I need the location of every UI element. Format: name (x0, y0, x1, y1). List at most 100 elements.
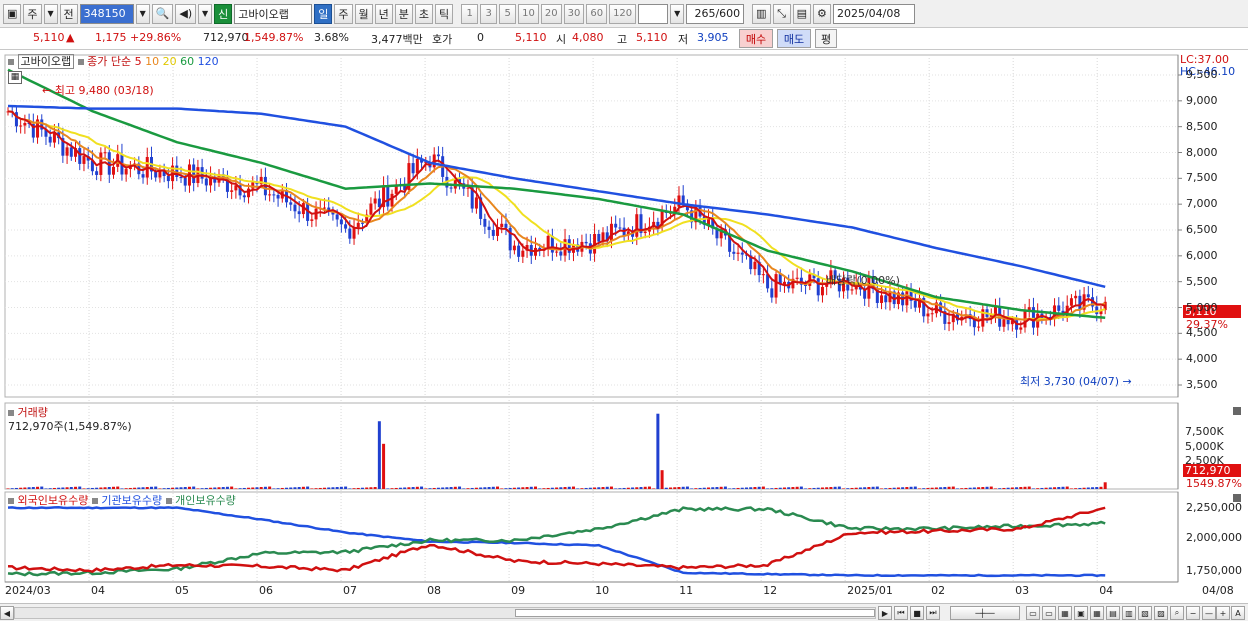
interval-number-120[interactable]: 120 (609, 3, 637, 24)
volume-bar (162, 488, 166, 489)
chart-area[interactable]: 고바이오랩 종가 단순 5 10 20 60 120 ▦ LC:37.00 HC… (0, 51, 1248, 606)
date-input[interactable]: 2025/04/08 (832, 3, 915, 24)
candle-body (192, 164, 196, 184)
interval-number-20[interactable]: 20 (540, 3, 562, 24)
candle-body (947, 322, 951, 324)
candle-type-icon[interactable]: ▥ (752, 3, 771, 24)
volume-bar (529, 486, 533, 489)
legend-foreign[interactable]: 외국인보유수량 (18, 494, 89, 507)
volume-bar (512, 487, 516, 489)
tab-interval-year[interactable]: 년 (374, 3, 393, 24)
volume-bar (681, 486, 685, 489)
volume-bar (403, 487, 407, 489)
count-field[interactable]: 265 /600 (686, 3, 745, 24)
grid-toggle-icon[interactable]: ▦ (8, 71, 22, 84)
layout-icon-6[interactable]: ▤ (1106, 606, 1120, 620)
sound-icon[interactable]: ◀) (175, 3, 197, 24)
font-size-icon[interactable]: A (1231, 606, 1245, 620)
volume-bar (892, 487, 896, 489)
price-change-pct: +29.86% (130, 31, 182, 44)
volume-bar (1099, 486, 1103, 489)
stock-code-input[interactable]: 348150 (79, 3, 134, 24)
layout-icon-7[interactable]: ▥ (1122, 606, 1136, 620)
volume-bar (977, 487, 981, 489)
layout-icon-2[interactable]: ▭ (1042, 606, 1056, 620)
volume-bar (335, 487, 339, 489)
volume-bar (10, 488, 14, 489)
prev-button[interactable]: 전 (59, 3, 78, 24)
save-icon[interactable]: ▤ (792, 3, 811, 24)
buy-button[interactable]: 매수 (739, 29, 773, 48)
scroll-right-icon[interactable]: ▶ (878, 606, 892, 620)
ma-120: 120 (197, 55, 219, 68)
volume-bar (664, 487, 668, 489)
tab-interval-tick[interactable]: 틱 (435, 3, 454, 24)
custom-interval-input[interactable] (638, 3, 669, 24)
layout-icon-5[interactable]: ▦ (1090, 606, 1104, 620)
stock-code-dropdown[interactable]: ▼ (135, 3, 150, 24)
layout-icon-4[interactable]: ▣ (1074, 606, 1088, 620)
interval-number-5[interactable]: 5 (499, 3, 517, 24)
ma-label[interactable]: 종가 단순 (87, 55, 131, 68)
period-type-select[interactable]: 주 (23, 3, 42, 24)
volume-bar (850, 487, 854, 489)
gear-icon[interactable]: ⚙ (812, 3, 831, 24)
sell-button[interactable]: 매도 (777, 29, 811, 48)
zoom-line-icon[interactable]: — (1202, 606, 1216, 620)
interval-number-60[interactable]: 60 (586, 3, 608, 24)
candle-body (643, 231, 647, 234)
interval-number-10[interactable]: 10 (518, 3, 539, 24)
custom-interval-dropdown[interactable]: ▼ (670, 3, 685, 24)
interval-number-1[interactable]: 1 (461, 3, 479, 24)
scroll-left-icon[interactable]: ◀ (0, 606, 14, 620)
chart-scrollbar[interactable] (14, 607, 876, 619)
interval-number-3[interactable]: 3 (480, 3, 498, 24)
tab-interval-week[interactable]: 주 (334, 3, 353, 24)
layout-icon-1[interactable]: ▭ (1026, 606, 1040, 620)
avg-button[interactable]: 평 (815, 29, 837, 48)
tab-interval-second[interactable]: 초 (414, 3, 433, 24)
layout-icon-8[interactable]: ▧ (1138, 606, 1152, 620)
price-tick-label: 8,500 (1186, 119, 1218, 133)
chart-search-icon[interactable]: ⌕ (1170, 606, 1184, 620)
jump-first-icon[interactable]: ⏮ (894, 606, 908, 620)
zoom-in-icon[interactable]: + (1216, 606, 1230, 620)
interval-number-30[interactable]: 30 (563, 3, 585, 24)
volume-bar (462, 488, 466, 489)
candle-body (761, 274, 765, 276)
search-icon[interactable]: 🔍 (151, 3, 174, 24)
high-annotation: ← 최고 9,480 (03/18) (42, 82, 154, 98)
period-type-dropdown[interactable]: ▼ (43, 3, 58, 24)
layout-icon-9[interactable]: ▨ (1154, 606, 1168, 620)
window-menu-icon[interactable]: ▣ (3, 3, 22, 24)
zoom-slider[interactable]: ─┼── (950, 606, 1020, 620)
stop-icon[interactable]: ■ (910, 606, 924, 620)
tab-interval-month[interactable]: 월 (354, 3, 373, 24)
candle-body (597, 233, 601, 242)
zoom-out-icon[interactable]: − (1186, 606, 1200, 620)
volume-bar (268, 486, 272, 489)
stock-name-field[interactable]: 고바이오랩 (234, 3, 313, 24)
volume-bar (673, 487, 677, 489)
draw-tool-icon[interactable]: ⤡ (772, 3, 791, 24)
legend-institution[interactable]: 기관보유수량 (101, 494, 162, 507)
count-value: 265 (694, 7, 716, 20)
jump-last-icon[interactable]: ⏭ (926, 606, 940, 620)
volume-bar (1061, 486, 1065, 489)
tab-interval-minute[interactable]: 분 (394, 3, 413, 24)
volume-bar (339, 486, 343, 489)
candle-body (289, 202, 293, 205)
sound-dropdown[interactable]: ▼ (198, 3, 213, 24)
price-panel-title[interactable]: 고바이오랩 (17, 54, 75, 69)
volume-bar (1044, 487, 1048, 489)
tab-interval-day[interactable]: 일 (314, 3, 333, 24)
legend-individual[interactable]: 개인보유수량 (175, 494, 236, 507)
volume-bar (1023, 486, 1027, 489)
volume-bar (905, 487, 909, 489)
chart-scroll-thumb[interactable] (515, 609, 875, 617)
candle-body (500, 223, 504, 227)
volume-bar (808, 488, 812, 489)
layout-icon-3[interactable]: ▦ (1058, 606, 1072, 620)
price-chart-svg[interactable] (0, 51, 1248, 606)
volume-bar (521, 487, 525, 489)
